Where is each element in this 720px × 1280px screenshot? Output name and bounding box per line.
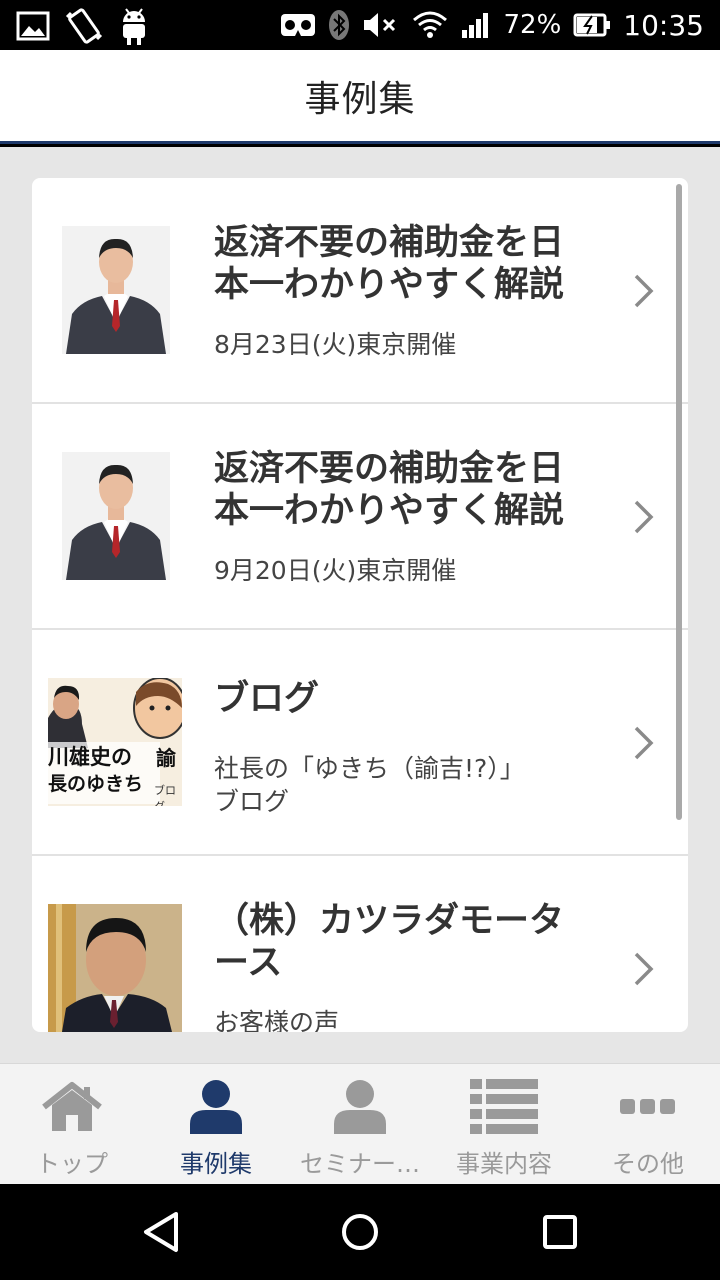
battery-charging-icon — [573, 12, 611, 38]
tab-label: トップ — [36, 1150, 108, 1178]
man-in-suit-photo — [62, 226, 170, 354]
item-title-line: 本一わかりやすく解説 — [214, 265, 565, 305]
recents-icon[interactable] — [538, 1210, 582, 1254]
tab-label: セミナー… — [300, 1150, 420, 1178]
battery-percent: 72% — [503, 10, 562, 40]
gallery-icon — [16, 10, 50, 42]
person-icon — [190, 1080, 242, 1134]
vr-headset-icon — [280, 12, 316, 38]
item-title-line: ース — [214, 943, 283, 983]
item-title: （株）カツラダモータ ース — [214, 900, 614, 984]
back-icon[interactable] — [140, 1210, 184, 1254]
signal-icon — [460, 10, 492, 40]
chevron-right-icon — [634, 952, 654, 986]
tab-top[interactable]: トップ — [0, 1064, 144, 1185]
item-title-line: 返済不要の補助金を日 — [214, 449, 565, 489]
item-subtitle: 8月23日(火)東京開催 — [214, 328, 614, 361]
banner-side-text: 諭 — [156, 746, 176, 770]
list-item[interactable]: 返済不要の補助金を日 本一わかりやすく解説 8月23日(火)東京開催 — [32, 178, 688, 404]
tab-business[interactable]: 事業内容 — [432, 1064, 576, 1185]
item-subtitle-line: ブログ — [214, 787, 290, 816]
home-icon — [42, 1082, 102, 1131]
item-title: 返済不要の補助金を日 本一わかりやすく解説 — [214, 448, 614, 532]
blog-banner-photo: 川雄史の 長のゆきち 諭 ブログ — [48, 678, 182, 806]
item-title: ブログ — [214, 678, 614, 720]
man-in-suit-photo — [62, 452, 170, 580]
system-nav-bar — [0, 1184, 720, 1280]
bluetooth-icon — [328, 9, 350, 41]
item-subtitle: 社長の「ゆきち（諭吉!?）」 ブログ — [214, 752, 614, 818]
list-icon — [470, 1079, 538, 1134]
tab-cases[interactable]: 事例集 — [144, 1064, 288, 1185]
item-title-line: 返済不要の補助金を日 — [214, 223, 565, 263]
item-subtitle-line: お客様の声 — [214, 1008, 340, 1032]
item-subtitle-line: 8月23日(火)東京開催 — [214, 330, 457, 359]
banner-small-text: ブログ — [154, 784, 176, 806]
page-title: 事例集 — [304, 78, 416, 120]
bottom-tab-bar: トップ 事例集 セミナー… 事業内容 その他 — [0, 1063, 720, 1184]
list-item[interactable]: 川雄史の 長のゆきち 諭 ブログ ブログ 社長の「ゆきち（諭吉!?）」 ブログ — [32, 630, 688, 856]
item-title-line: 本一わかりやすく解説 — [214, 491, 565, 531]
home-button-icon[interactable] — [338, 1210, 382, 1254]
chevron-right-icon — [634, 274, 654, 308]
person-icon — [334, 1080, 386, 1134]
tab-seminar[interactable]: セミナー… — [288, 1064, 432, 1185]
item-subtitle-line: 社長の「ゆきち（諭吉!?）」 — [214, 754, 525, 783]
tab-label: その他 — [612, 1150, 684, 1178]
screen-rotation-icon — [64, 7, 104, 45]
app-header: 事例集 — [0, 50, 720, 144]
chevron-right-icon — [634, 500, 654, 534]
scrollbar[interactable] — [676, 184, 682, 820]
content-area[interactable]: 返済不要の補助金を日 本一わかりやすく解説 8月23日(火)東京開催 返済不要の… — [0, 147, 720, 1063]
clock: 10:35 — [623, 8, 704, 42]
chevron-right-icon — [634, 726, 654, 760]
item-title-line: ブログ — [214, 679, 320, 719]
more-icon — [620, 1099, 675, 1114]
status-bar: 72% 10:35 — [0, 0, 720, 50]
tab-label: 事例集 — [180, 1150, 252, 1178]
wifi-icon — [412, 10, 448, 40]
item-subtitle: お客様の声 — [214, 1006, 614, 1032]
list-item[interactable]: 返済不要の補助金を日 本一わかりやすく解説 9月20日(火)東京開催 — [32, 404, 688, 630]
item-title: 返済不要の補助金を日 本一わかりやすく解説 — [214, 222, 614, 306]
item-subtitle-line: 9月20日(火)東京開催 — [214, 556, 457, 585]
item-subtitle: 9月20日(火)東京開催 — [214, 554, 614, 587]
tab-other[interactable]: その他 — [576, 1064, 720, 1185]
list-item[interactable]: （株）カツラダモータ ース お客様の声 — [32, 856, 688, 1032]
customer-photo — [48, 904, 182, 1032]
android-icon — [118, 6, 150, 46]
tab-label: 事業内容 — [456, 1150, 552, 1178]
case-list: 返済不要の補助金を日 本一わかりやすく解説 8月23日(火)東京開催 返済不要の… — [32, 178, 688, 1032]
item-title-line: （株）カツラダモータ — [214, 901, 565, 941]
mute-icon — [362, 10, 400, 40]
